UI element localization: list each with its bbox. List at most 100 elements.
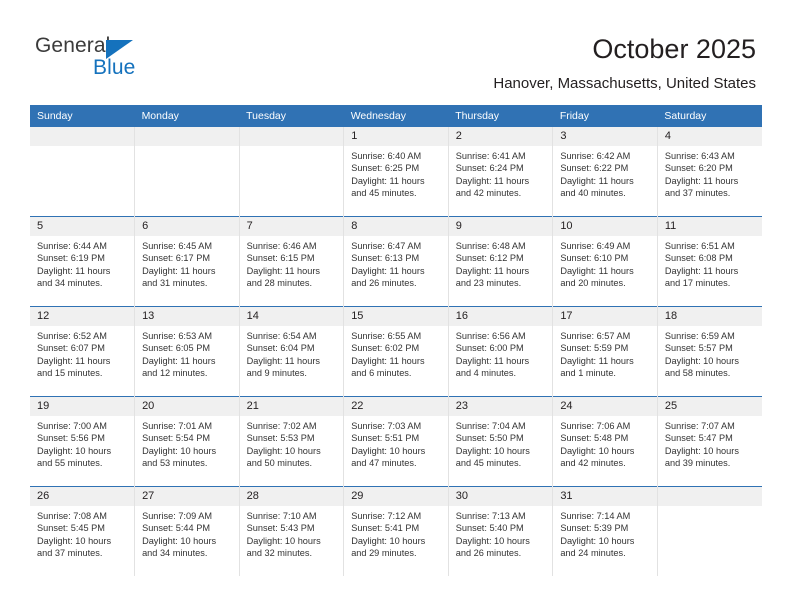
sunset-text: Sunset: 5:39 PM [560,523,629,534]
calendar-day-cell[interactable]: 27 Sunrise: 7:09 AM Sunset: 5:44 PM Dayligh… [134,486,240,576]
day-number: 15 [344,307,448,326]
daylight-text-line1: Daylight: 10 hours [455,445,530,456]
sunrise-text: Sunrise: 7:12 AM [351,511,422,521]
weekday-header-tuesday: Tuesday [239,105,344,127]
day-sun-info: Sunrise: 6:59 AM Sunset: 5:57 PM Daylight:… [658,326,762,379]
sunset-text: Sunset: 6:04 PM [246,343,315,354]
day-number: 18 [657,307,762,326]
sunset-text: Sunset: 5:57 PM [664,343,733,354]
calendar-day-cell[interactable]: 2 Sunrise: 6:41 AM Sunset: 6:24 PM Daylight… [448,127,554,217]
calendar-day-cell[interactable]: 31 Sunrise: 7:14 AM Sunset: 5:39 PM Dayligh… [552,486,658,576]
calendar-day-cell[interactable]: 8 Sunrise: 6:47 AM Sunset: 6:13 PM Daylight… [343,216,449,307]
day-sun-info: Sunrise: 6:47 AM Sunset: 6:13 PM Daylight:… [344,236,448,289]
calendar-day-cell[interactable]: 30 Sunrise: 7:13 AM Sunset: 5:40 PM Dayligh… [448,486,554,576]
sunrise-text: Sunrise: 6:49 AM [560,241,631,251]
daylight-text-line1: Daylight: 10 hours [560,445,635,456]
calendar-day-cell[interactable]: 7 Sunrise: 6:46 AM Sunset: 6:15 PM Daylight… [239,216,345,307]
day-sun-info: Sunrise: 7:04 AM Sunset: 5:50 PM Daylight:… [449,416,553,469]
calendar-day-cell[interactable]: 23 Sunrise: 7:04 AM Sunset: 5:50 PM Dayligh… [448,396,554,487]
sunset-text: Sunset: 5:41 PM [351,523,420,534]
calendar-day-cell[interactable]: 15 Sunrise: 6:55 AM Sunset: 6:02 PM Dayligh… [343,306,449,397]
daylight-text-line1: Daylight: 11 hours [560,265,634,276]
calendar-day-cell[interactable]: 9 Sunrise: 6:48 AM Sunset: 6:12 PM Daylight… [448,216,554,307]
daylight-text-line2: and 32 minutes. [246,547,313,558]
calendar-day-cell[interactable]: 4 Sunrise: 6:43 AM Sunset: 6:20 PM Daylight… [657,127,762,217]
day-sun-info: Sunrise: 7:13 AM Sunset: 5:40 PM Daylight:… [449,506,553,559]
calendar-day-cell[interactable]: 13 Sunrise: 6:53 AM Sunset: 6:05 PM Dayligh… [134,306,240,397]
calendar-day-cell[interactable]: 5 Sunrise: 6:44 AM Sunset: 6:19 PM Daylight… [30,216,136,307]
sunrise-text: Sunrise: 6:57 AM [560,331,631,341]
day-number: 17 [553,307,657,326]
calendar-header-row: Sunday Monday Tuesday Wednesday Thursday Frid… [30,105,762,127]
daylight-text-line2: and 9 minutes. [246,367,307,378]
daylight-text-line2: and 58 minutes. [664,367,731,378]
weekday-header-thursday: Thursday [448,105,553,127]
calendar-day-cell[interactable]: 24 Sunrise: 7:06 AM Sunset: 5:48 PM Dayligh… [552,396,658,487]
calendar-day-cell-empty [239,127,345,217]
calendar-day-cell[interactable]: 14 Sunrise: 6:54 AM Sunset: 6:04 PM Dayligh… [239,306,345,397]
sunrise-text: Sunrise: 6:43 AM [664,151,735,161]
day-sun-info: Sunrise: 6:52 AM Sunset: 6:07 PM Daylight:… [30,326,134,379]
daylight-text-line1: Daylight: 11 hours [455,175,530,186]
daylight-text-line2: and 28 minutes. [246,277,313,288]
calendar-day-cell[interactable]: 22 Sunrise: 7:03 AM Sunset: 5:51 PM Dayligh… [343,396,449,487]
calendar-day-cell[interactable]: 17 Sunrise: 6:57 AM Sunset: 5:59 PM Dayligh… [552,306,658,397]
daylight-text-line1: Daylight: 11 hours [351,355,425,366]
calendar-day-cell[interactable]: 16 Sunrise: 6:56 AM Sunset: 6:00 PM Dayligh… [448,306,554,397]
calendar-day-cell[interactable]: 20 Sunrise: 7:01 AM Sunset: 5:54 PM Dayligh… [134,396,240,487]
sunrise-text: Sunrise: 6:46 AM [246,241,317,251]
calendar-day-cell[interactable]: 25 Sunrise: 7:07 AM Sunset: 5:47 PM Dayligh… [657,396,762,487]
daylight-text-line2: and 6 minutes. [351,367,412,378]
daylight-text-line2: and 26 minutes. [455,547,522,558]
day-sun-info: Sunrise: 7:02 AM Sunset: 5:53 PM Daylight:… [240,416,344,469]
sunrise-text: Sunrise: 6:41 AM [455,151,526,161]
day-number: 12 [30,307,135,326]
calendar-day-cell[interactable]: 1 Sunrise: 6:40 AM Sunset: 6:25 PM Daylight… [343,127,449,217]
day-number: 7 [239,217,344,236]
calendar-day-cell[interactable]: 6 Sunrise: 6:45 AM Sunset: 6:17 PM Daylight… [134,216,240,307]
calendar-day-cell[interactable]: 18 Sunrise: 6:59 AM Sunset: 5:57 PM Dayligh… [657,306,762,397]
calendar-day-cell[interactable]: 11 Sunrise: 6:51 AM Sunset: 6:08 PM Dayligh… [657,216,762,307]
calendar-day-cell[interactable]: 29 Sunrise: 7:12 AM Sunset: 5:41 PM Dayligh… [343,486,449,576]
daylight-text-line2: and 26 minutes. [351,277,417,288]
sunrise-text: Sunrise: 6:47 AM [351,241,422,251]
sunrise-text: Sunrise: 7:07 AM [664,421,735,431]
calendar-day-cell[interactable]: 10 Sunrise: 6:49 AM Sunset: 6:10 PM Dayligh… [552,216,658,307]
sunrise-text: Sunrise: 7:00 AM [37,421,107,431]
day-sun-info: Sunrise: 6:43 AM Sunset: 6:20 PM Daylight:… [658,146,762,199]
calendar-day-cell[interactable]: 21 Sunrise: 7:02 AM Sunset: 5:53 PM Dayligh… [239,396,345,487]
calendar-day-cell[interactable]: 12 Sunrise: 6:52 AM Sunset: 6:07 PM Dayligh… [30,306,136,397]
daylight-text-line2: and 17 minutes. [664,277,731,288]
day-number: 2 [448,127,553,146]
day-number: 4 [657,127,762,146]
sunset-text: Sunset: 5:56 PM [37,433,105,444]
day-number: 1 [344,127,448,146]
daylight-text-line1: Daylight: 11 hours [351,265,425,276]
daylight-text-line2: and 37 minutes. [37,547,103,558]
weekday-header-wednesday: Wednesday [343,105,449,127]
day-number: 23 [448,397,553,416]
day-sun-info: Sunrise: 7:06 AM Sunset: 5:48 PM Daylight:… [553,416,657,469]
calendar-day-cell[interactable]: 28 Sunrise: 7:10 AM Sunset: 5:43 PM Dayligh… [239,486,345,576]
daylight-text-line2: and 34 minutes. [37,277,103,288]
weekday-header-sunday: Sunday [30,105,135,127]
calendar-day-cell-empty [30,127,136,217]
calendar-day-cell[interactable]: 19 Sunrise: 7:00 AM Sunset: 5:56 PM Dayligh… [30,396,136,487]
sunrise-text: Sunrise: 6:56 AM [455,331,526,341]
day-sun-info: Sunrise: 7:07 AM Sunset: 5:47 PM Daylight:… [658,416,762,469]
day-sun-info: Sunrise: 6:41 AM Sunset: 6:24 PM Daylight:… [449,146,553,199]
daylight-text-line2: and 24 minutes. [560,547,626,558]
day-sun-info: Sunrise: 6:46 AM Sunset: 6:15 PM Daylight:… [240,236,344,289]
calendar-day-cell[interactable]: 26 Sunrise: 7:08 AM Sunset: 5:45 PM Dayligh… [30,486,136,576]
sunset-text: Sunset: 6:00 PM [455,343,524,354]
daylight-text-line1: Daylight: 11 hours [455,265,530,276]
day-sun-info: Sunrise: 6:56 AM Sunset: 6:00 PM Daylight:… [449,326,553,379]
calendar-week-row: 12 Sunrise: 6:52 AM Sunset: 6:07 PM Dayligh… [30,306,762,397]
general-blue-logo[interactable]: General Blue [35,34,265,90]
day-number: 29 [344,487,448,506]
daylight-text-line2: and 55 minutes. [37,457,103,468]
day-number: 27 [135,487,239,506]
calendar-day-cell[interactable]: 3 Sunrise: 6:42 AM Sunset: 6:22 PM Daylight… [552,127,658,217]
day-number: 30 [448,487,553,506]
sunrise-text: Sunrise: 6:59 AM [664,331,735,341]
